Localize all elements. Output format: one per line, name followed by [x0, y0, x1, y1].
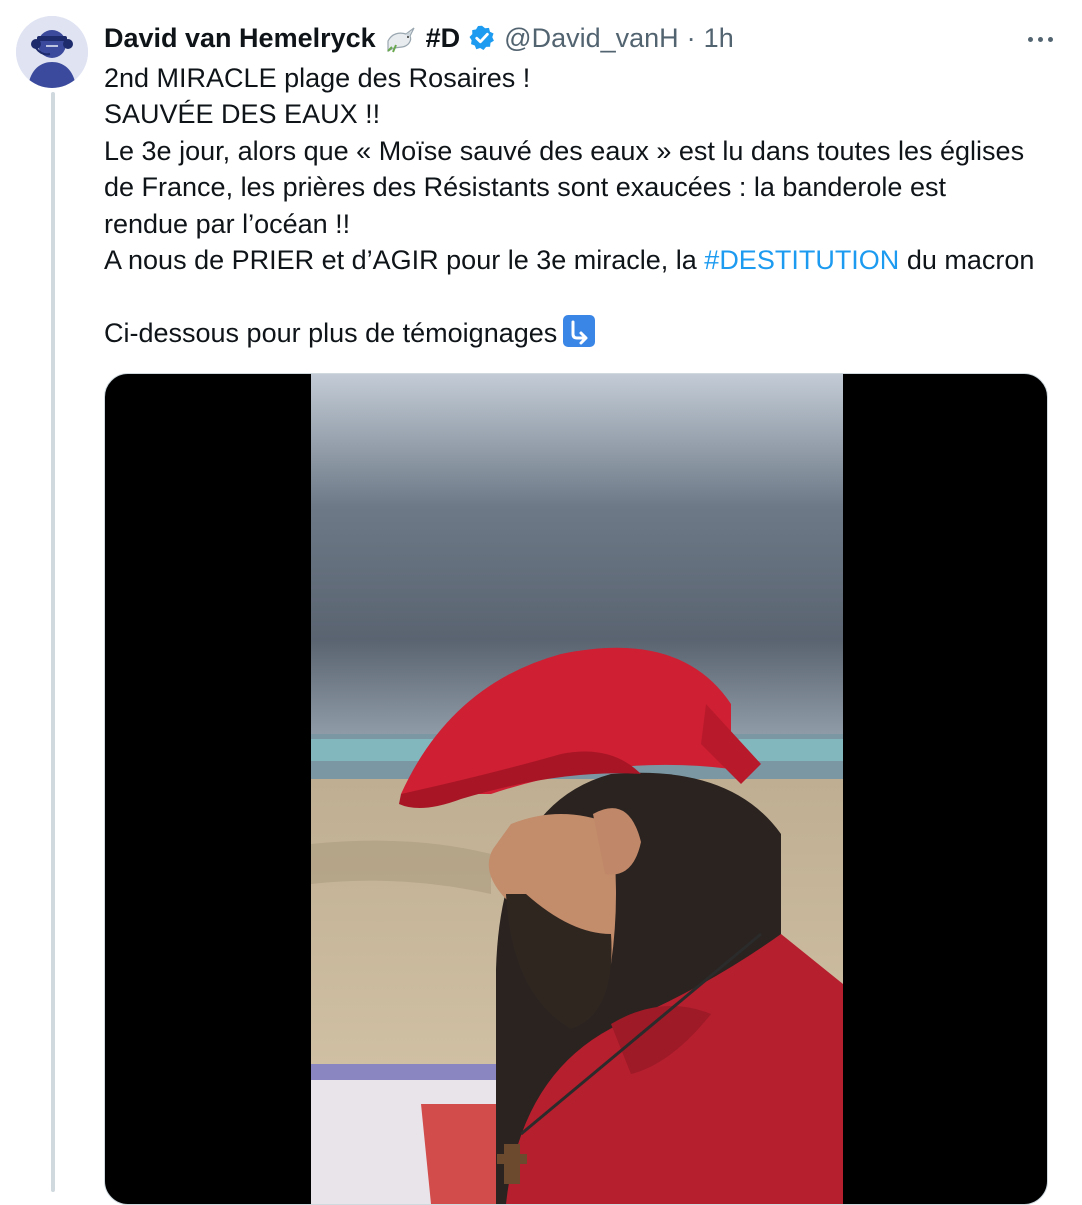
tweet-text-line: rendue par l’océan !!	[104, 208, 351, 239]
tweet-text-line: Le 3e jour, alors que « Moïse sauvé des …	[104, 135, 1025, 166]
separator-dot: ·	[686, 22, 696, 53]
more-options-button[interactable]	[1020, 22, 1060, 56]
more-horizontal-icon	[1047, 36, 1053, 42]
avatar[interactable]	[16, 16, 88, 88]
tweet-text-line: SAUVÉE DES EAUX !!	[104, 99, 381, 130]
text-segment: A nous de PRIER et d’AGIR pour le 3e mir…	[104, 245, 705, 276]
hashtag-link[interactable]: #DESTITUTION	[704, 245, 899, 275]
timestamp[interactable]: 1h	[704, 23, 734, 54]
avatar-image	[16, 16, 88, 88]
tweet-text-line: 2nd MIRACLE plage des Rosaires !	[104, 63, 531, 93]
tweet-text-line: de France, les prières des Résistants so…	[104, 172, 946, 203]
thread-connector-line	[51, 92, 55, 1192]
tweet-text: 2nd MIRACLE plage des Rosaires ! SAUVÉE …	[104, 60, 1064, 351]
verified-badge-icon	[468, 24, 496, 52]
tweet-text-line: A nous de PRIER et d’AGIR pour le 3e mir…	[104, 242, 1064, 278]
text-segment: Ci-dessous pour plus de témoignages	[104, 317, 558, 348]
more-horizontal-icon	[1027, 36, 1033, 42]
dove-emoji-icon	[384, 23, 418, 53]
more-horizontal-icon	[1037, 36, 1043, 42]
author-handle[interactable]: @David_vanH	[504, 23, 679, 54]
video-thumbnail[interactable]	[311, 374, 843, 1204]
author-name[interactable]: David van Hemelryck	[104, 23, 376, 54]
video-player[interactable]	[104, 373, 1048, 1205]
tweet-text-line: Ci-dessous pour plus de témoignages	[104, 314, 1064, 351]
author-name-suffix[interactable]: #D	[426, 23, 461, 54]
tweet-header: David van Hemelryck #D @David_vanH · 1h	[104, 20, 734, 56]
text-segment: du macron	[899, 245, 1035, 276]
arrow-down-right-icon	[563, 314, 596, 347]
